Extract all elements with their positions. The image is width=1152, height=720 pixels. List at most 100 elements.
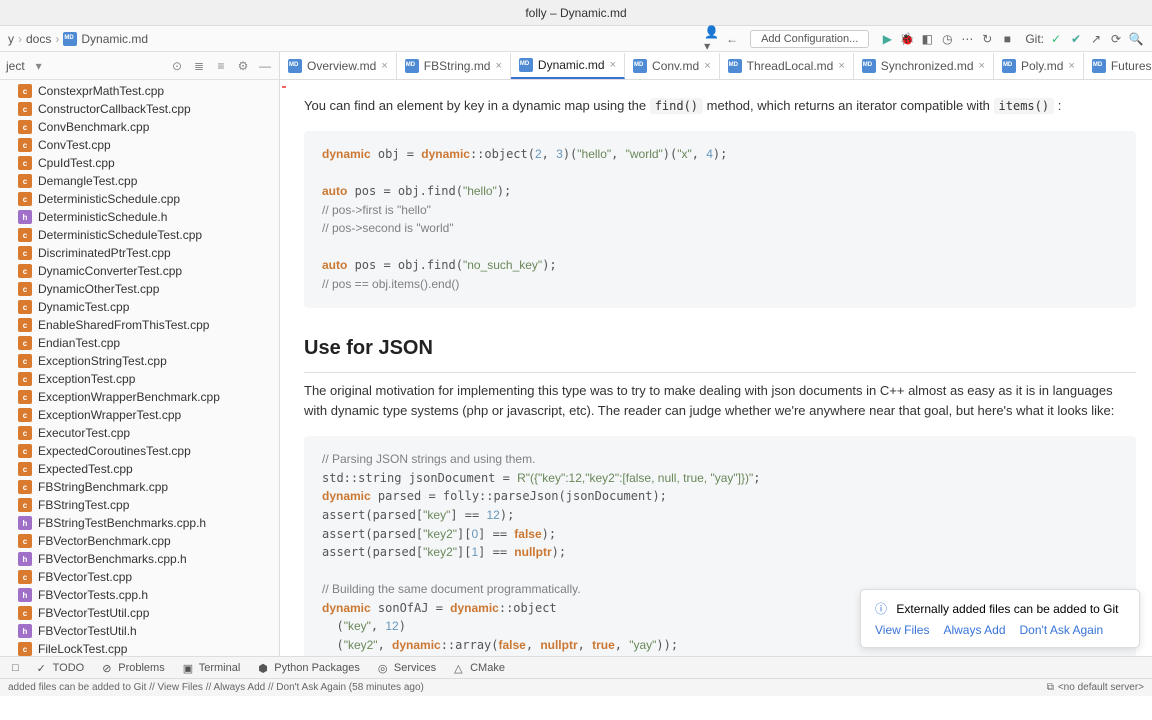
file-item[interactable]: cFBVectorTest.cpp <box>0 568 279 586</box>
restart-icon[interactable]: ↻ <box>979 31 995 47</box>
file-item[interactable]: cConstexprMathTest.cpp <box>0 82 279 100</box>
breadcrumb-seg[interactable]: docs <box>26 32 51 46</box>
tool-tab-terminal[interactable]: ▣Terminal <box>175 657 249 678</box>
file-item[interactable]: cEnableSharedFromThisTest.cpp <box>0 316 279 334</box>
tab-label: FBString.md <box>424 59 491 73</box>
notif-link-always[interactable]: Always Add <box>943 623 1005 637</box>
file-item[interactable]: cFBVectorBenchmark.cpp <box>0 532 279 550</box>
expand-all-icon[interactable]: ≣ <box>191 58 207 74</box>
file-item[interactable]: cDynamicConverterTest.cpp <box>0 262 279 280</box>
status-server[interactable]: ⧉ <no default server> <box>1047 682 1144 693</box>
notification-popup: ⓘ Externally added files can be added to… <box>860 589 1140 648</box>
close-icon[interactable]: × <box>838 60 844 72</box>
file-item[interactable]: cExpectedCoroutinesTest.cpp <box>0 442 279 460</box>
editor-tab[interactable]: Futures.md× <box>1084 53 1152 79</box>
cpp-file-icon: c <box>18 264 32 278</box>
file-item[interactable]: cDeterministicSchedule.cpp <box>0 190 279 208</box>
close-icon[interactable]: × <box>381 60 387 72</box>
file-item[interactable]: hFBVectorBenchmarks.cpp.h <box>0 550 279 568</box>
tool-tab-todo[interactable]: ✓TODO <box>29 657 93 678</box>
file-item[interactable]: cDynamicTest.cpp <box>0 298 279 316</box>
file-item[interactable]: cDynamicOtherTest.cpp <box>0 280 279 298</box>
file-name: DiscriminatedPtrTest.cpp <box>38 246 171 260</box>
dropdown-icon[interactable]: ▾ <box>31 58 47 74</box>
file-item[interactable]: cExpectedTest.cpp <box>0 460 279 478</box>
file-item[interactable]: cFBStringTest.cpp <box>0 496 279 514</box>
tool-tab-minimize[interactable]: □ <box>4 657 27 678</box>
close-icon[interactable]: × <box>979 60 985 72</box>
file-item[interactable]: cEndianTest.cpp <box>0 334 279 352</box>
file-item[interactable]: cExceptionWrapperTest.cpp <box>0 406 279 424</box>
file-item[interactable]: cExceptionTest.cpp <box>0 370 279 388</box>
editor-tab[interactable]: FBString.md × <box>397 53 511 79</box>
git-commit-icon[interactable]: ✔ <box>1068 31 1084 47</box>
file-item[interactable]: cConstructorCallbackTest.cpp <box>0 100 279 118</box>
file-item[interactable]: cConvBenchmark.cpp <box>0 118 279 136</box>
file-tree[interactable]: cConstexprMathTest.cppcConstructorCallba… <box>0 80 279 656</box>
file-item[interactable]: cFBVectorTestUtil.cpp <box>0 604 279 622</box>
file-name: ExceptionTest.cpp <box>38 372 135 386</box>
doc-paragraph: The original motivation for implementing… <box>304 381 1136 423</box>
file-item[interactable]: cCpuIdTest.cpp <box>0 154 279 172</box>
file-item[interactable]: hFBVectorTests.cpp.h <box>0 586 279 604</box>
inline-code: items() <box>994 98 1055 114</box>
collapse-all-icon[interactable]: ≡ <box>213 58 229 74</box>
file-item[interactable]: cFileLockTest.cpp <box>0 640 279 656</box>
search-icon[interactable]: 🔍 <box>1128 31 1144 47</box>
add-configuration-button[interactable]: Add Configuration... <box>750 30 869 48</box>
file-item[interactable]: cDemangleTest.cpp <box>0 172 279 190</box>
file-item[interactable]: cExceptionWrapperBenchmark.cpp <box>0 388 279 406</box>
project-panel-header: ject ▾ ⊙ ≣ ≡ ⚙ — <box>0 52 279 80</box>
editor-tab[interactable]: Dynamic.md× <box>511 53 625 79</box>
file-item[interactable]: cDeterministicScheduleTest.cpp <box>0 226 279 244</box>
editor-tab[interactable]: ThreadLocal.md× <box>720 53 854 79</box>
close-icon[interactable]: × <box>610 59 616 71</box>
back-icon[interactable]: ← <box>724 31 740 47</box>
run-icon[interactable]: ▶ <box>879 31 895 47</box>
close-icon[interactable]: × <box>704 60 710 72</box>
tool-tab-services[interactable]: ◎Services <box>370 657 444 678</box>
hide-icon[interactable]: — <box>257 58 273 74</box>
tool-tab-cmake[interactable]: △CMake <box>446 657 513 678</box>
editor-tab[interactable]: Poly.md× <box>994 53 1084 79</box>
notif-link-dontask[interactable]: Don't Ask Again <box>1020 623 1104 637</box>
git-push-icon[interactable]: ↗ <box>1088 31 1104 47</box>
git-history-icon[interactable]: ⟳ <box>1108 31 1124 47</box>
file-name: DynamicTest.cpp <box>38 300 129 314</box>
file-item[interactable]: cFBStringBenchmark.cpp <box>0 478 279 496</box>
notif-link-view[interactable]: View Files <box>875 623 929 637</box>
chevron-icon: › <box>18 32 22 46</box>
git-update-icon[interactable]: ✓ <box>1048 31 1064 47</box>
attach-icon[interactable]: ⋯ <box>959 31 975 47</box>
file-item[interactable]: cExecutorTest.cpp <box>0 424 279 442</box>
file-item[interactable]: cExceptionStringTest.cpp <box>0 352 279 370</box>
file-name: ConvTest.cpp <box>38 138 111 152</box>
breadcrumb-seg[interactable]: Dynamic.md <box>81 32 148 46</box>
select-open-icon[interactable]: ⊙ <box>169 58 185 74</box>
file-item[interactable]: hDeterministicSchedule.h <box>0 208 279 226</box>
close-icon[interactable]: × <box>1068 60 1074 72</box>
tool-tab-python[interactable]: ⬢Python Packages <box>250 657 368 678</box>
file-name: ExecutorTest.cpp <box>38 426 130 440</box>
stop-icon[interactable]: ■ <box>999 31 1015 47</box>
tool-tab-problems[interactable]: ⊘Problems <box>94 657 172 678</box>
gear-icon[interactable]: ⚙ <box>235 58 251 74</box>
file-item[interactable]: cConvTest.cpp <box>0 136 279 154</box>
markdown-icon <box>728 59 742 73</box>
editor-tab[interactable]: Synchronized.md× <box>854 53 994 79</box>
file-name: EndianTest.cpp <box>38 336 120 350</box>
file-item[interactable]: cDiscriminatedPtrTest.cpp <box>0 244 279 262</box>
editor-area[interactable]: You can find an element by key in a dyna… <box>280 80 1152 656</box>
debug-icon[interactable]: 🐞 <box>899 31 915 47</box>
user-icon[interactable]: 👤▾ <box>704 31 720 47</box>
editor-tab[interactable]: Overview.md× <box>280 53 397 79</box>
file-name: FBVectorTestUtil.cpp <box>38 606 149 620</box>
coverage-icon[interactable]: ◧ <box>919 31 935 47</box>
file-item[interactable]: hFBVectorTestUtil.h <box>0 622 279 640</box>
breadcrumb-seg[interactable]: y <box>8 32 14 46</box>
file-item[interactable]: hFBStringTestBenchmarks.cpp.h <box>0 514 279 532</box>
editor-tab[interactable]: Conv.md× <box>625 53 720 79</box>
close-icon[interactable]: × <box>495 60 501 72</box>
profile-icon[interactable]: ◷ <box>939 31 955 47</box>
file-name: FBVectorBenchmark.cpp <box>38 534 171 548</box>
